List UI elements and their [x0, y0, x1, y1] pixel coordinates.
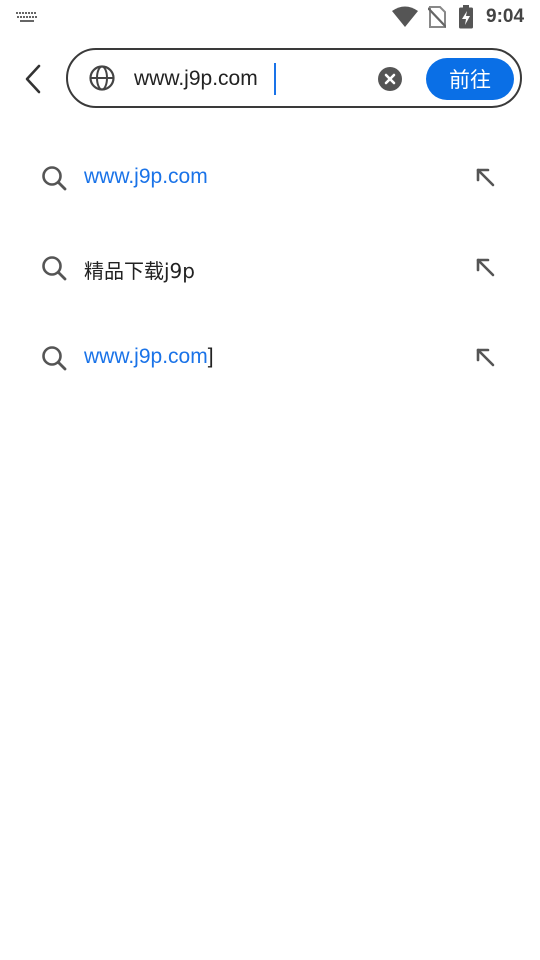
clear-icon[interactable] [377, 66, 403, 92]
go-button[interactable]: 前往 [426, 58, 514, 100]
keyboard-icon [16, 12, 37, 22]
fill-in-arrow-icon[interactable] [470, 342, 500, 372]
no-sim-icon [428, 6, 446, 28]
suggestion-label-suffix: ] [207, 345, 214, 368]
suggestion-label: www.j9p.com [84, 165, 208, 188]
search-icon [42, 256, 67, 281]
suggestion-label-text: www.j9p.com [84, 345, 208, 368]
status-clock: 9:04 [486, 6, 525, 27]
battery-charging-icon [459, 5, 473, 29]
back-arrow-icon [25, 64, 41, 94]
search-icon [42, 346, 67, 371]
search-icon [42, 166, 67, 191]
text-caret [274, 63, 276, 95]
url-bar: 前往 [66, 48, 522, 108]
fill-in-arrow-icon[interactable] [470, 162, 500, 192]
suggestion-label: www.j9p.com] [84, 345, 214, 369]
suggestion-item[interactable]: www.j9p.com [0, 133, 540, 223]
suggestion-item[interactable]: www.j9p.com] [0, 313, 540, 403]
suggestion-label: 精品下载j9p [84, 259, 195, 283]
back-button[interactable] [14, 56, 54, 102]
globe-icon [89, 65, 115, 91]
suggestion-item[interactable]: 精品下载j9p [0, 223, 540, 313]
url-input[interactable] [134, 64, 374, 94]
fill-in-arrow-icon[interactable] [470, 252, 500, 282]
wifi-icon [392, 6, 418, 27]
status-bar: 9:04 [0, 0, 540, 36]
